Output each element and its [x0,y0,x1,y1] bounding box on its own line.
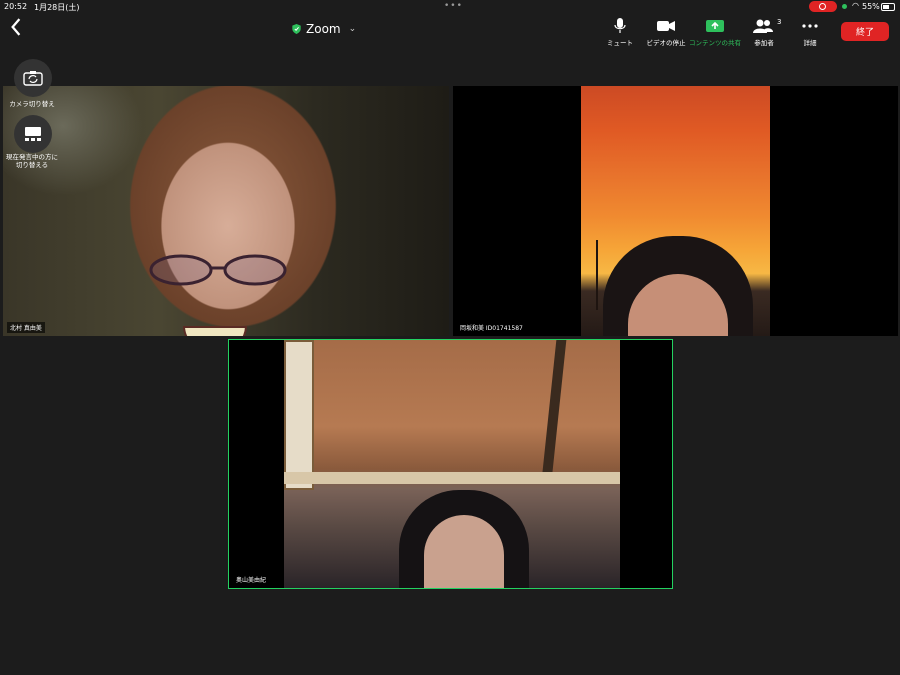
more-button[interactable]: 詳細 [780,18,840,47]
participants-label: 参加者 [754,39,774,47]
meeting-title-text: Zoom [306,22,341,36]
status-date: 1月28日(土) [34,3,80,12]
camera-in-use-icon [842,4,847,9]
switch-view-label: 現在発言中の方に切り替える [6,153,58,169]
participant-smile [183,326,247,336]
chevron-left-icon [11,18,21,36]
street-pole [596,240,598,310]
multitask-dots-icon[interactable]: ••• [444,1,463,11]
participant-name: 北村 真由美 [7,322,45,333]
switch-view-button[interactable] [14,115,52,153]
video-camera-icon [657,21,675,31]
mute-label: ミュート [607,39,633,47]
participant-name: 岡坂和美 ID01741587 [457,322,526,333]
ellipsis-icon [802,24,818,28]
participant-face [424,515,504,588]
switch-camera-button[interactable] [14,59,52,97]
video-tile-1[interactable]: 北村 真由美 [3,86,449,336]
microphone-icon [614,18,626,33]
status-bar: 20:52 1月28日(土) ••• ◠ 55% [0,0,900,14]
status-time: 20:52 [4,2,28,11]
switch-camera-label: カメラ切り替え [9,100,55,108]
wifi-icon: ◠ [852,1,859,10]
share-screen-icon [706,20,724,32]
hanging-scroll [284,340,314,490]
end-meeting-button[interactable]: 終了 [841,22,889,41]
video-tile-active-speaker[interactable]: 奥山美由紀 [228,339,673,589]
meeting-title[interactable]: Zoom ⌄ [292,22,356,36]
chevron-down-icon: ⌄ [348,24,357,34]
more-label: 詳細 [803,39,817,47]
back-button[interactable] [8,18,28,40]
video-label: ビデオの停止 [646,39,686,47]
shield-icon [292,24,301,34]
battery-icon [881,3,895,11]
shelf [284,472,620,484]
participants-icon [753,19,773,33]
recording-indicator-icon [809,1,837,12]
participant-name: 奥山美由紀 [233,574,270,585]
camera-switch-icon [23,71,43,86]
video-tile-2[interactable]: 岡坂和美 ID01741587 [453,86,898,336]
battery-percent: 55% [862,2,880,11]
participant-glasses [149,254,287,286]
speaker-view-icon [25,127,41,141]
